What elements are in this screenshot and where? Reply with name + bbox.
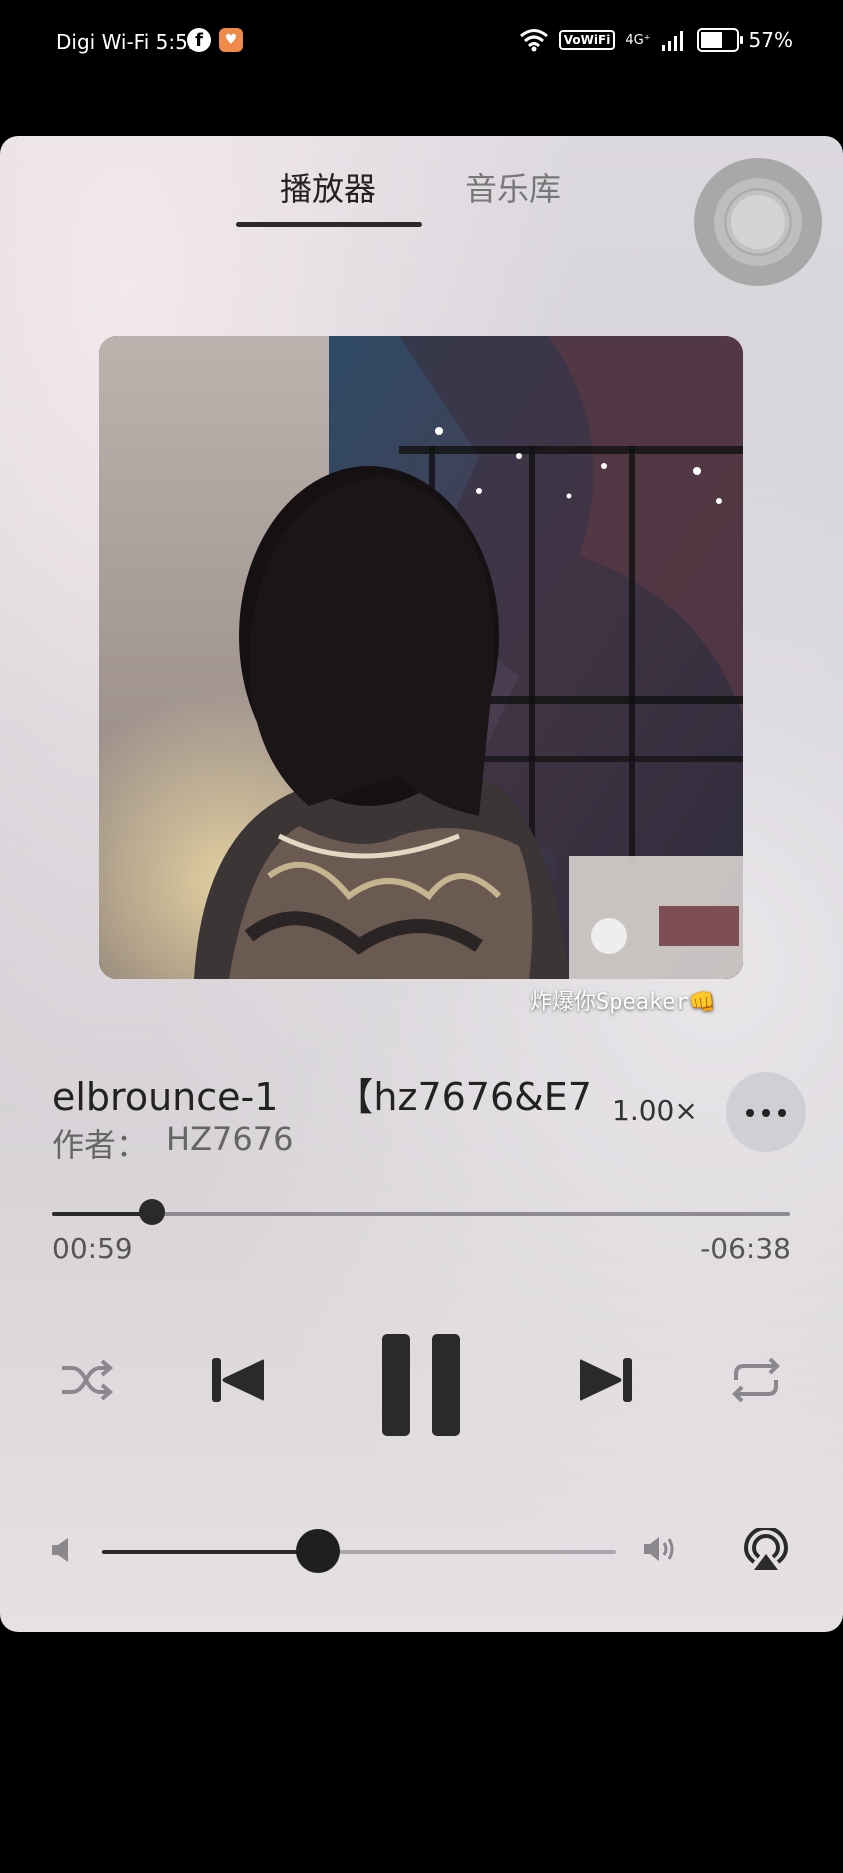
status-bar: Digi Wi-Fi 5:53 f ♥ VoWiFi 4G⁺ 57%	[0, 0, 843, 90]
album-art	[99, 336, 743, 979]
previous-icon	[212, 1358, 264, 1402]
pause-icon	[382, 1334, 460, 1436]
volume-slider[interactable]	[102, 1529, 616, 1573]
player-card: 播放器 音乐库 炸爆你Speaker👊 elbrounce-1 【hz7676&…	[0, 136, 843, 1632]
tab-player[interactable]: 播放器	[280, 164, 376, 210]
album-caption: 炸爆你Speaker👊	[530, 990, 717, 1015]
airplay-button[interactable]	[744, 1528, 788, 1572]
volume-high-button	[642, 1534, 678, 1564]
repeat-icon	[732, 1357, 780, 1403]
shuffle-button[interactable]	[58, 1356, 114, 1404]
status-carrier: Digi Wi-Fi 5:53	[56, 30, 201, 54]
volume-fill	[102, 1550, 318, 1554]
playback-speed[interactable]: 1.00×	[612, 1094, 698, 1127]
remaining-time: -06:38	[700, 1232, 791, 1265]
volume-low-icon	[52, 1538, 68, 1562]
next-icon	[580, 1358, 632, 1402]
progress-bar[interactable]	[52, 1199, 790, 1225]
author-label: 作者：	[52, 1126, 149, 1164]
author-name: HZ7676	[166, 1120, 294, 1158]
volume-low-button	[50, 1536, 72, 1564]
record-button-inner	[727, 191, 789, 253]
shuffle-icon	[62, 1359, 114, 1401]
more-options-button[interactable]	[726, 1072, 806, 1152]
signal-icon	[661, 31, 683, 51]
more-dot	[746, 1109, 754, 1117]
volume-high-icon	[644, 1537, 674, 1561]
pause-button[interactable]	[380, 1332, 462, 1438]
status-right: VoWiFi 4G⁺ 57%	[519, 28, 793, 52]
vowifi-badge: VoWiFi	[558, 30, 616, 50]
app-notification-icon: ♥	[219, 28, 243, 52]
airplay-icon	[744, 1528, 788, 1570]
more-dot	[778, 1109, 786, 1117]
network-type: 4G⁺	[625, 32, 651, 48]
more-dot	[762, 1109, 770, 1117]
floating-record-button[interactable]	[694, 158, 822, 286]
track-title: elbrounce-1 【hz7676&E7】	[52, 1075, 592, 1119]
volume-knob[interactable]	[295, 1529, 340, 1573]
active-tab-indicator	[236, 222, 422, 227]
facebook-icon: f	[187, 28, 211, 52]
tab-library[interactable]: 音乐库	[465, 164, 561, 210]
battery-percent: 57%	[748, 28, 793, 52]
wifi-icon	[519, 29, 548, 52]
elapsed-time: 00:59	[52, 1232, 133, 1265]
previous-button[interactable]	[208, 1354, 268, 1406]
progress-knob[interactable]	[138, 1199, 165, 1225]
repeat-button[interactable]	[728, 1356, 784, 1404]
next-button[interactable]	[576, 1354, 636, 1406]
progress-fill	[52, 1212, 152, 1216]
battery-icon	[696, 28, 743, 52]
